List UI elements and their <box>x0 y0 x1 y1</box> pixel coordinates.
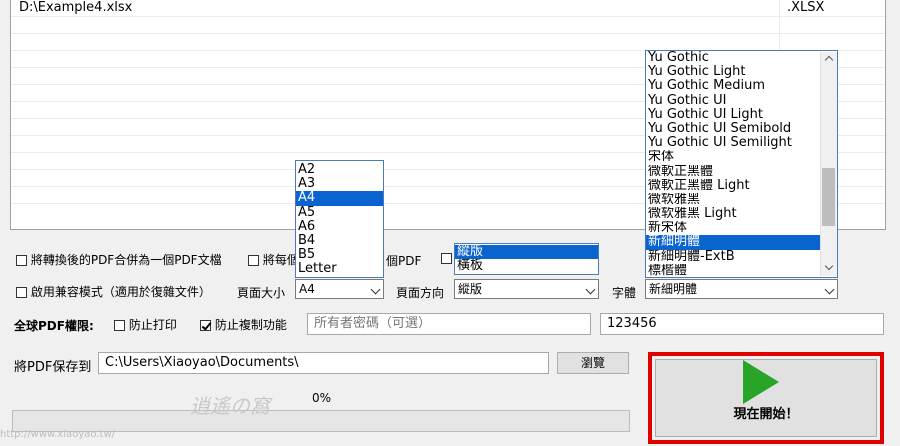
font-option[interactable]: Yu Gothic Medium <box>646 79 837 93</box>
font-option[interactable]: 微軟正黑體 <box>646 165 837 179</box>
compat-mode-label: 啟用兼容模式（適用於復雜文件） <box>30 285 211 299</box>
page-size-label: 頁面大小 <box>237 286 286 300</box>
font-select[interactable]: 新細明體 <box>645 279 838 299</box>
page-size-select[interactable]: A4 <box>295 279 384 299</box>
page-size-dropdown[interactable]: A2 A3 A4 A5 A6 B4 B5 Letter <box>295 160 384 278</box>
font-option[interactable]: Yu Gothic UI Light <box>646 108 837 122</box>
font-label: 字體 <box>612 286 637 300</box>
page-size-option[interactable]: A2 <box>296 163 383 177</box>
font-value: 新細明體 <box>649 282 698 296</box>
page-size-option[interactable]: B4 <box>296 234 383 248</box>
font-option[interactable]: 宋体 <box>646 150 837 164</box>
page-orientation-dropdown[interactable]: 縱版 橫板 <box>454 243 599 275</box>
font-option[interactable]: Yu Gothic UI <box>646 94 837 108</box>
browse-button[interactable]: 瀏覽 <box>557 352 629 374</box>
orientation-option[interactable]: 縱版 <box>455 245 598 260</box>
watermark-url: http://www.xiaoyao.tw/ <box>0 429 116 440</box>
save-to-label: 將PDF保存到 <box>14 360 92 375</box>
save-path-input[interactable]: C:\Users\Xiaoyao\Documents\ <box>98 352 549 374</box>
font-option[interactable]: Yu Gothic UI Semilight <box>646 136 837 150</box>
third-option-checkbox[interactable] <box>441 253 452 264</box>
file-type-cell[interactable]: .XLSX <box>787 0 824 15</box>
prevent-print-checkbox[interactable] <box>114 320 125 331</box>
user-password-input[interactable]: 123456 <box>600 313 884 335</box>
watermark: 逍遙の窩 <box>190 394 270 418</box>
font-scrollbar-thumb[interactable] <box>822 168 835 226</box>
grid-line <box>11 33 885 34</box>
play-icon <box>743 360 779 404</box>
font-option[interactable]: Yu Gothic <box>646 51 837 65</box>
third-option[interactable] <box>441 251 452 265</box>
prevent-copy-option[interactable]: 防止複制功能 <box>200 316 287 333</box>
start-button-label: 現在開始！ <box>733 407 799 422</box>
chevron-up-icon[interactable] <box>824 55 834 65</box>
font-option[interactable]: Yu Gothic Light <box>646 65 837 79</box>
page-size-option[interactable]: B5 <box>296 248 383 262</box>
prevent-copy-checkbox[interactable] <box>200 320 211 331</box>
page-orientation-select[interactable]: 縱版 <box>454 279 599 299</box>
prevent-print-option[interactable]: 防止打印 <box>114 316 177 333</box>
chevron-down-icon <box>824 284 835 295</box>
page-orientation-value: 縱版 <box>458 282 483 296</box>
prevent-copy-label: 防止複制功能 <box>214 318 287 332</box>
chevron-down-icon <box>370 284 381 295</box>
merge-pdf-option[interactable]: 將轉換後的PDF合併為一個PDF文檔 <box>16 251 222 268</box>
font-option[interactable]: 微软雅黑 <box>646 193 837 207</box>
merge-pdf-label: 將轉換後的PDF合併為一個PDF文檔 <box>30 253 222 267</box>
prevent-print-label: 防止打印 <box>128 318 177 332</box>
page-orientation-label: 頁面方向 <box>396 286 445 300</box>
each-pdf-label-left: 將每個 <box>262 253 299 267</box>
page-size-option[interactable]: A6 <box>296 220 383 234</box>
font-option[interactable]: 微软雅黑 Light <box>646 207 837 221</box>
each-pdf-label-right: 個PDF <box>386 254 422 268</box>
page-size-value: A4 <box>299 282 315 296</box>
chevron-down-icon[interactable] <box>824 261 834 271</box>
chevron-down-icon <box>585 284 596 295</box>
each-pdf-option[interactable]: 將每個 <box>248 251 299 268</box>
font-dropdown[interactable]: Yu Gothic Yu Gothic Light Yu Gothic Medium… <box>645 50 838 278</box>
progress-percent: 0% <box>312 391 332 405</box>
owner-password-input[interactable]: 所有者密碼（可選） <box>307 313 591 335</box>
font-option[interactable]: 新宋体 <box>646 221 837 235</box>
font-option[interactable]: 標楷體 <box>646 264 837 277</box>
orientation-option[interactable]: 橫板 <box>455 259 598 273</box>
each-pdf-checkbox[interactable] <box>248 255 259 266</box>
font-option[interactable]: 新細明體-ExtB <box>646 250 837 264</box>
page-size-option[interactable]: Letter <box>296 262 383 276</box>
file-path-cell[interactable]: D:\Example4.xlsx <box>19 0 132 15</box>
font-option[interactable]: 新細明體 <box>646 235 837 250</box>
compat-mode-checkbox[interactable] <box>16 287 27 298</box>
compat-mode-option[interactable]: 啟用兼容模式（適用於復雜文件） <box>16 283 211 300</box>
permissions-label: 全球PDF權限: <box>14 319 94 333</box>
font-dropdown-scrollbar[interactable] <box>820 52 837 276</box>
page-size-option[interactable]: A3 <box>296 177 383 191</box>
grid-line <box>11 16 885 17</box>
merge-pdf-checkbox[interactable] <box>16 255 27 266</box>
font-option[interactable]: 微軟正黑體 Light <box>646 179 837 193</box>
font-option[interactable]: Yu Gothic UI Semibold <box>646 122 837 136</box>
page-size-option[interactable]: A5 <box>296 206 383 220</box>
page-size-option[interactable]: A4 <box>296 191 383 206</box>
